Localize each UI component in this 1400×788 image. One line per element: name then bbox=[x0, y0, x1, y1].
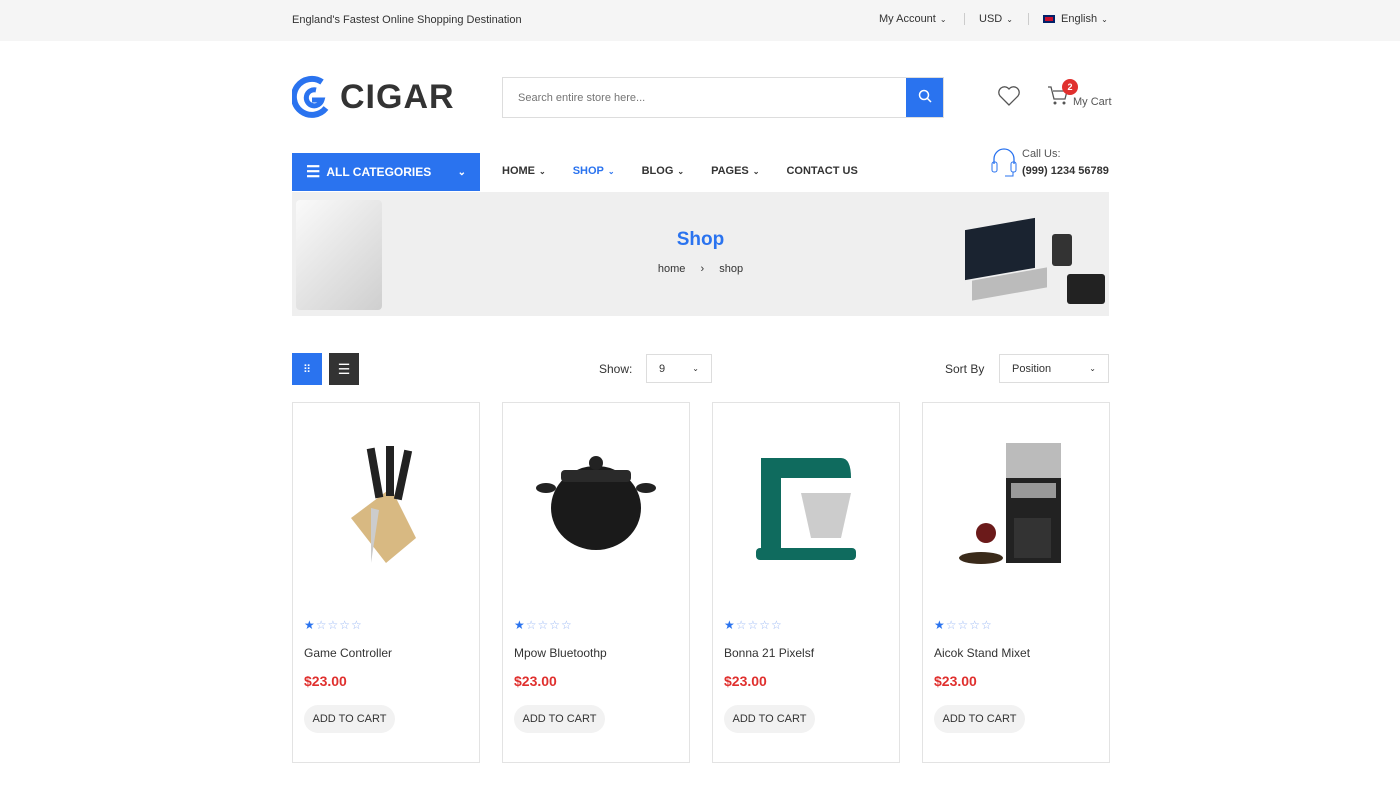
main-nav: HOME ⌄ SHOP ⌄ BLOG ⌄ PAGES ⌄ CONTACT US bbox=[502, 165, 858, 177]
list-view-button[interactable]: ☰ bbox=[329, 353, 359, 385]
search-icon bbox=[918, 89, 932, 103]
list-icon: ☰ bbox=[337, 360, 351, 377]
rating-stars: ★☆☆☆☆ bbox=[304, 618, 363, 632]
account-label: My Account bbox=[879, 13, 936, 25]
add-to-cart-button[interactable]: ADD TO CART bbox=[514, 705, 605, 733]
grid-view-button[interactable]: ⠿ bbox=[292, 353, 322, 385]
page-title: Shop bbox=[676, 229, 725, 250]
product-card[interactable]: ★☆☆☆☆ Mpow Bluetoothp $23.00 ADD TO CART bbox=[502, 402, 690, 763]
add-to-cart-button[interactable]: ADD TO CART bbox=[304, 705, 395, 733]
uk-flag-icon bbox=[1043, 15, 1055, 23]
language-dropdown[interactable]: English ⌄ bbox=[1043, 13, 1108, 25]
chevron-down-icon: ⌄ bbox=[1006, 15, 1013, 24]
my-account-dropdown[interactable]: My Account ⌄ bbox=[879, 13, 947, 25]
all-categories-button[interactable]: ☰ ALL CATEGORIES ⌄ bbox=[292, 153, 480, 191]
coffee-maker-image bbox=[943, 433, 1089, 573]
product-price: $23.00 bbox=[514, 673, 557, 689]
grid-icon: ⠿ bbox=[302, 363, 312, 376]
logo-icon bbox=[292, 75, 329, 118]
search-bar bbox=[502, 77, 944, 118]
product-price: $23.00 bbox=[934, 673, 977, 689]
stand-mixer-image bbox=[733, 433, 879, 573]
show-select[interactable]: 9 ⌄ bbox=[646, 354, 712, 383]
search-button[interactable] bbox=[906, 78, 943, 117]
sort-label: Sort By bbox=[945, 362, 985, 376]
product-price: $23.00 bbox=[724, 673, 767, 689]
nav-home[interactable]: HOME ⌄ bbox=[502, 165, 546, 177]
page-banner: Shop home › shop bbox=[292, 192, 1109, 316]
cart-count-badge: 2 bbox=[1062, 79, 1078, 95]
chevron-down-icon: ⌄ bbox=[1101, 14, 1108, 24]
breadcrumb: home › shop bbox=[292, 263, 1109, 275]
call-label: Call Us: bbox=[1022, 148, 1061, 160]
breadcrumb-home[interactable]: home bbox=[658, 263, 686, 275]
add-to-cart-button[interactable]: ADD TO CART bbox=[934, 705, 1025, 733]
pot-image bbox=[523, 433, 669, 573]
product-name[interactable]: Mpow Bluetoothp bbox=[514, 646, 607, 660]
sort-select[interactable]: Position ⌄ bbox=[999, 354, 1109, 383]
chevron-right-icon: › bbox=[700, 263, 705, 275]
chevron-down-icon: ⌄ bbox=[692, 364, 699, 373]
nav-pages[interactable]: PAGES ⌄ bbox=[711, 165, 759, 177]
cart-button[interactable]: 2 My Cart bbox=[1047, 79, 1112, 111]
product-price: $23.00 bbox=[304, 673, 347, 689]
tagline: England's Fastest Online Shopping Destin… bbox=[292, 14, 522, 26]
nav-shop[interactable]: SHOP ⌄ bbox=[573, 165, 615, 177]
add-to-cart-button[interactable]: ADD TO CART bbox=[724, 705, 815, 733]
phone-number: (999) 1234 56789 bbox=[1022, 165, 1109, 177]
nav-blog[interactable]: BLOG ⌄ bbox=[642, 165, 684, 177]
product-name[interactable]: Bonna 21 Pixelsf bbox=[724, 646, 814, 660]
headset-icon bbox=[991, 146, 1017, 185]
nav-contact[interactable]: CONTACT US bbox=[786, 165, 857, 177]
monitor-image bbox=[296, 200, 382, 310]
search-input[interactable] bbox=[503, 78, 906, 117]
rating-stars: ★☆☆☆☆ bbox=[934, 618, 993, 632]
chevron-down-icon: ⌄ bbox=[457, 166, 466, 178]
top-bar bbox=[0, 0, 1400, 41]
logo[interactable]: CIGAR bbox=[292, 74, 455, 120]
chevron-down-icon: ⌄ bbox=[939, 15, 947, 24]
cart-label: My Cart bbox=[1073, 96, 1112, 108]
show-label: Show: bbox=[599, 362, 633, 376]
product-name[interactable]: Aicok Stand Mixet bbox=[934, 646, 1030, 660]
knife-block-image bbox=[313, 433, 459, 573]
product-card[interactable]: ★☆☆☆☆ Bonna 21 Pixelsf $23.00 ADD TO CAR… bbox=[712, 402, 900, 763]
product-card[interactable]: ★☆☆☆☆ Aicok Stand Mixet $23.00 ADD TO CA… bbox=[922, 402, 1110, 763]
rating-stars: ★☆☆☆☆ bbox=[724, 618, 783, 632]
menu-icon: ☰ bbox=[306, 164, 321, 181]
heart-icon bbox=[998, 86, 1020, 106]
devices-image bbox=[962, 204, 1107, 309]
product-name[interactable]: Game Controller bbox=[304, 646, 392, 660]
currency-dropdown[interactable]: USD ⌄ bbox=[979, 13, 1013, 25]
currency-label: USD bbox=[979, 13, 1003, 25]
wishlist-button[interactable] bbox=[997, 85, 1021, 112]
language-label: English bbox=[1061, 13, 1098, 25]
categories-label: ALL CATEGORIES bbox=[326, 165, 432, 179]
chevron-down-icon: ⌄ bbox=[1089, 364, 1096, 373]
product-card[interactable]: ★☆☆☆☆ Game Controller $23.00 ADD TO CART bbox=[292, 402, 480, 763]
breadcrumb-current: shop bbox=[719, 263, 744, 275]
rating-stars: ★☆☆☆☆ bbox=[514, 618, 573, 632]
